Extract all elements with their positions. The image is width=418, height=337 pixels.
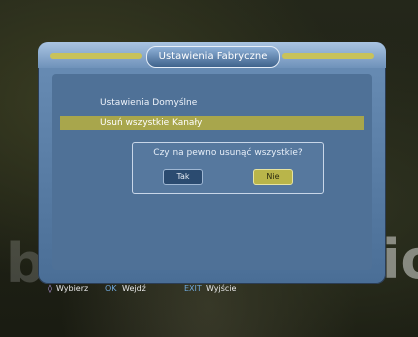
header-decoration-left <box>50 53 142 59</box>
select-icon: ◊ <box>48 284 52 293</box>
exit-key-label: EXIT <box>184 284 202 293</box>
confirm-question: Czy na pewno usunąć wszystkie? <box>153 148 303 158</box>
select-hint: Wybierz <box>56 284 89 293</box>
footer-hints: ◊ Wybierz OK Wejdź EXIT Wyjście <box>48 282 388 296</box>
dialog-content: Ustawienia Domyślne Usuń wszystkie Kanał… <box>52 74 372 270</box>
exit-hint: Wyjście <box>206 284 237 293</box>
enter-hint: Wejdź <box>122 284 146 293</box>
yes-button[interactable]: Tak <box>163 169 203 185</box>
no-button[interactable]: Nie <box>253 169 293 185</box>
factory-settings-dialog: Ustawienia Fabryczne Ustawienia Domyślne… <box>38 42 386 284</box>
menu-item-delete-all-channels[interactable]: Usuń wszystkie Kanały <box>60 116 364 130</box>
ok-key-label: OK <box>105 284 117 293</box>
header-decoration-right <box>282 53 374 59</box>
dialog-title: Ustawienia Fabryczne <box>146 46 280 68</box>
confirm-popup: Czy na pewno usunąć wszystkie? Tak Nie <box>132 142 324 194</box>
menu-item-default-settings[interactable]: Ustawienia Domyślne <box>60 96 364 110</box>
